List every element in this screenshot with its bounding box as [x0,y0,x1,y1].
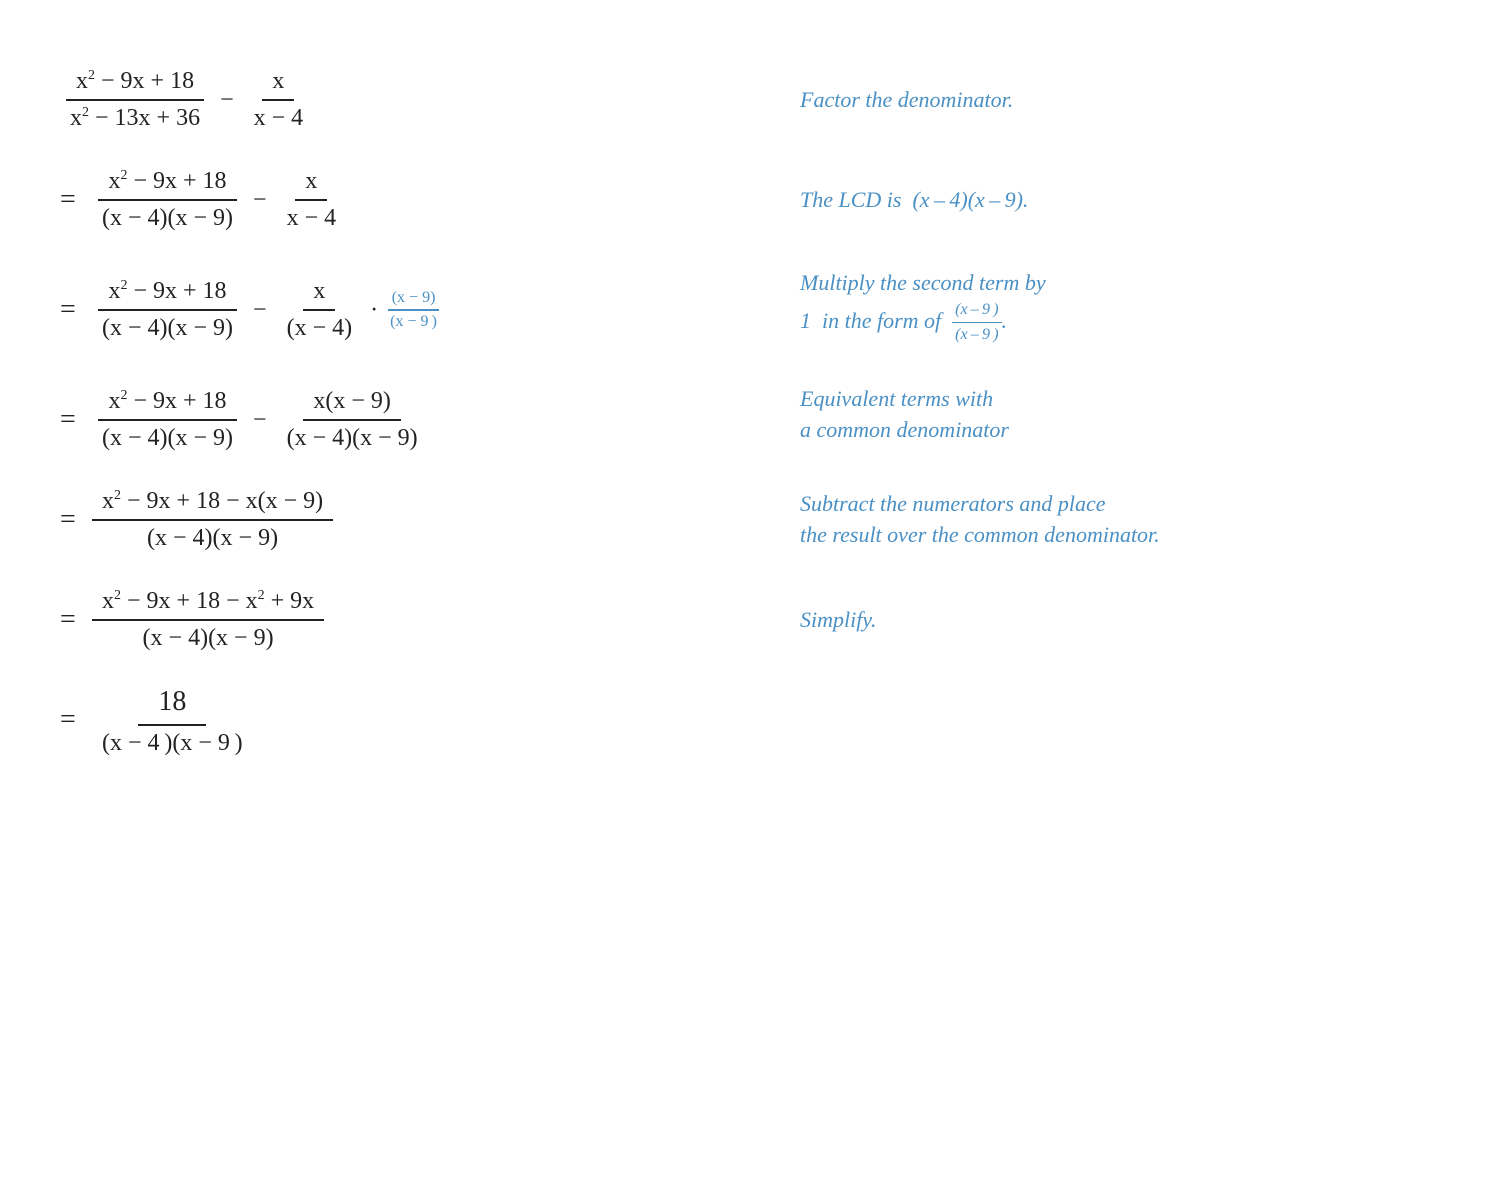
annot-row-6: Simplify. [800,570,1440,670]
annot-row-1: Factor the denominator. [800,50,1440,150]
annot-text-4: Equivalent terms with a common denominat… [800,384,1009,446]
frac-7: 18 (x − 4 )(x − 9 ) [92,682,253,759]
frac-3b: x (x − 4) [277,276,363,344]
math-row-2: = x2 − 9x + 18 (x − 4)(x − 9) − x x − 4 [60,150,740,250]
frac-6: x2 − 9x + 18 − x2 + 9x (x − 4)(x − 9) [92,586,324,654]
annot-text-1: Factor the denominator. [800,85,1013,116]
frac-3c-blue: (x − 9) (x − 9 ) [386,289,441,331]
math-row-6: = x2 − 9x + 18 − x2 + 9x (x − 4)(x − 9) [60,570,740,670]
math-row-3: = x2 − 9x + 18 (x − 4)(x − 9) − x (x − 4… [60,250,740,370]
annot-inline-frac: (x – 9 ) (x – 9 ) [952,299,1001,347]
expr-6: x2 − 9x + 18 − x2 + 9x (x − 4)(x − 9) [92,586,324,654]
annot-text-6: Simplify. [800,605,876,636]
math-row-1: x2 − 9x + 18 x2 − 13x + 36 − x x − 4 [60,50,740,150]
equals-7: = [60,704,82,736]
frac-1b: x x − 4 [244,66,314,134]
math-column: x2 − 9x + 18 x2 − 13x + 36 − x x − 4 = x… [60,40,740,770]
equals-3: = [60,294,82,326]
frac-2a: x2 − 9x + 18 (x − 4)(x − 9) [92,166,243,234]
expr-3: x2 − 9x + 18 (x − 4)(x − 9) − x (x − 4) … [92,276,441,344]
math-row-4: = x2 − 9x + 18 (x − 4)(x − 9) − x(x − 9)… [60,370,740,470]
annot-row-2: The LCD is (x – 4)(x – 9). [800,150,1440,250]
equals-6: = [60,604,82,636]
expr-5: x2 − 9x + 18 − x(x − 9) (x − 4)(x − 9) [92,486,333,554]
frac-5: x2 − 9x + 18 − x(x − 9) (x − 4)(x − 9) [92,486,333,554]
expr-4: x2 − 9x + 18 (x − 4)(x − 9) − x(x − 9) (… [92,386,428,454]
annotation-column: Factor the denominator. The LCD is (x – … [740,40,1440,770]
annot-text-3: Multiply the second term by 1 in the for… [800,268,1046,347]
equals-5: = [60,504,82,536]
math-row-7: = 18 (x − 4 )(x − 9 ) [60,670,740,770]
frac-1a: x2 − 9x + 18 x2 − 13x + 36 [60,66,210,134]
frac-2b: x x − 4 [277,166,347,234]
math-row-5: = x2 − 9x + 18 − x(x − 9) (x − 4)(x − 9) [60,470,740,570]
expr-1: x2 − 9x + 18 x2 − 13x + 36 − x x − 4 [60,66,313,134]
frac-4a: x2 − 9x + 18 (x − 4)(x − 9) [92,386,243,454]
annot-row-7 [800,670,1440,770]
annot-text-5: Subtract the numerators and place the re… [800,489,1160,551]
frac-4b: x(x − 9) (x − 4)(x − 9) [277,386,428,454]
frac-3a: x2 − 9x + 18 (x − 4)(x − 9) [92,276,243,344]
expr-7: 18 (x − 4 )(x − 9 ) [92,682,253,759]
equals-4: = [60,404,82,436]
annot-text-2: The LCD is (x – 4)(x – 9). [800,185,1028,216]
annot-row-5: Subtract the numerators and place the re… [800,470,1440,570]
annot-row-3: Multiply the second term by 1 in the for… [800,250,1440,370]
equals-2: = [60,184,82,216]
annot-row-4: Equivalent terms with a common denominat… [800,370,1440,470]
expr-2: x2 − 9x + 18 (x − 4)(x − 9) − x x − 4 [92,166,346,234]
